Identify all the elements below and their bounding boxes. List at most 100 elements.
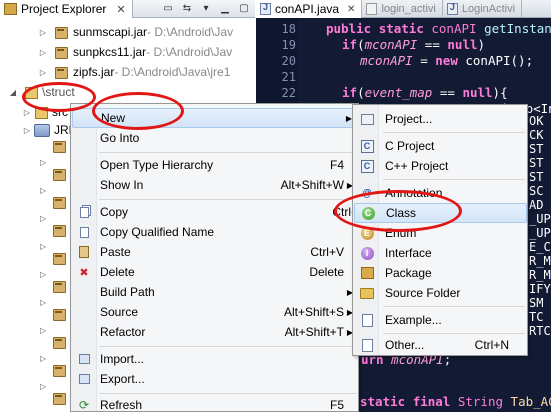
menu-item-label: Build Path: [100, 285, 155, 299]
menu-separator: [383, 132, 525, 133]
submenu-item-example[interactable]: Example...: [354, 310, 527, 330]
menu-item-new[interactable]: New ▶: [72, 108, 358, 128]
menu-item-label: Example...: [385, 313, 442, 327]
menu-separator: [99, 393, 357, 394]
refresh-icon: ⟳: [78, 398, 90, 412]
jar-icon: [52, 168, 66, 181]
eclipse-window: Project Explorer ✕ ▭ ⇆ ▾ ▁ ▢ ▷ sunmscapi…: [0, 0, 551, 412]
menu-item-label: Show In: [100, 178, 144, 192]
c-glyph: C: [360, 139, 374, 153]
code-fragment: R_M: [529, 254, 551, 268]
jar-icon: [54, 46, 68, 59]
maximize-icon[interactable]: ▢: [237, 2, 251, 15]
code-token: event_map: [364, 85, 433, 100]
submenu-item-enum[interactable]: E Enum: [354, 223, 527, 243]
tab-label: conAPI.java: [275, 2, 340, 16]
tree-item-zipfs[interactable]: ▷ zipfs.jar - D:\Android\Java\jre1: [0, 62, 255, 82]
jar-icon: [52, 336, 66, 349]
submenu-item-c-project[interactable]: C C Project: [354, 136, 527, 156]
expand-arrow-icon[interactable]: ▷: [38, 68, 48, 77]
tab-project-explorer[interactable]: Project Explorer ✕: [0, 0, 133, 18]
tab-login-activity-xml[interactable]: login_activi: [362, 0, 443, 18]
expand-arrow-icon[interactable]: ▷: [22, 126, 32, 135]
submenu-item-project[interactable]: Project...: [354, 109, 527, 129]
menu-item-label: Enum: [385, 226, 417, 240]
menu-item-source[interactable]: Source Alt+Shift+S ▶: [72, 302, 358, 322]
export-icon: [76, 371, 92, 387]
menu-separator: [383, 179, 525, 180]
menu-item-go-into[interactable]: Go Into: [72, 128, 358, 148]
view-menu-icon[interactable]: ▾: [199, 2, 213, 15]
submenu-item-source-folder[interactable]: Source Folder: [354, 283, 527, 303]
expand-arrow-icon: ▷: [40, 214, 47, 223]
collapse-all-icon[interactable]: ▭: [161, 2, 175, 15]
menu-item-refresh[interactable]: ⟳ Refresh F5: [72, 395, 358, 412]
code-fragment: SC: [529, 184, 544, 198]
cpp-project-icon: C: [359, 158, 375, 174]
expand-arrow-icon[interactable]: ▷: [38, 28, 48, 37]
tree-item-label: sunpkcs11.jar: [73, 45, 147, 59]
menu-item-import[interactable]: Import...: [72, 349, 358, 369]
menu-item-delete[interactable]: ✖ Delete Delete: [72, 262, 358, 282]
tab-conapi-java[interactable]: conAPI.java ✕: [256, 0, 363, 18]
submenu-item-class[interactable]: C Class: [354, 203, 527, 223]
menu-item-shortcut: F4: [329, 158, 344, 172]
menu-item-refactor[interactable]: Refactor Alt+Shift+T ▶: [72, 322, 358, 342]
expand-arrow-icon: ▷: [40, 298, 47, 307]
jar-icon: [52, 252, 66, 265]
code-token: (: [357, 85, 365, 100]
minimize-icon[interactable]: ▁: [218, 2, 232, 15]
menu-item-label: Export...: [100, 372, 145, 386]
code-token: getInstance(){: [484, 21, 551, 36]
code-fragment: RTC: [529, 324, 551, 338]
collapse-arrow-icon[interactable]: ◢: [8, 88, 18, 97]
tree-item-path: - D:\Android\Jav: [146, 45, 233, 59]
link-with-editor-icon[interactable]: ⇆: [180, 2, 194, 15]
xml-file-icon: [366, 3, 378, 15]
menu-item-shortcut: Alt+Shift+S: [283, 305, 344, 319]
tree-item-label: \struct: [42, 85, 75, 99]
c-project-icon: C: [359, 138, 375, 154]
submenu-item-annotation[interactable]: @ Annotation: [354, 183, 527, 203]
c-glyph: C: [361, 206, 375, 220]
submenu-item-other[interactable]: Other... Ctrl+N: [354, 335, 527, 355]
code-fragment: SM: [529, 296, 544, 310]
menu-item-label: Other...: [385, 338, 425, 352]
expand-arrow-icon[interactable]: ▷: [38, 48, 48, 57]
menu-item-open-type-hierarchy[interactable]: Open Type Hierarchy F4: [72, 155, 358, 175]
menu-item-show-in[interactable]: Show In Alt+Shift+W ▶: [72, 175, 358, 195]
jar-icon: [52, 308, 66, 321]
expand-arrow-icon[interactable]: ▷: [22, 108, 32, 117]
code-line-20: mconAPI = new conAPI();: [360, 53, 533, 68]
import-icon: [76, 351, 92, 367]
code-token: mconAPI: [360, 53, 413, 68]
expand-arrow-icon: ▷: [40, 326, 47, 335]
menu-item-build-path[interactable]: Build Path ▶: [72, 282, 358, 302]
menu-item-export[interactable]: Export...: [72, 369, 358, 389]
submenu-item-package[interactable]: Package: [354, 263, 527, 283]
submenu-item-cpp-project[interactable]: C C++ Project: [354, 156, 527, 176]
close-icon[interactable]: ✕: [347, 4, 355, 15]
menu-item-copy[interactable]: Copy Ctrl+: [72, 202, 358, 222]
close-icon[interactable]: ✕: [116, 3, 125, 16]
code-fragment: ST: [529, 156, 544, 170]
jar-icon: [52, 224, 66, 237]
code-token: null: [447, 37, 478, 52]
code-fragment: E_C: [529, 240, 551, 254]
expand-arrow-icon: ▷: [40, 354, 47, 363]
i-glyph: I: [360, 246, 374, 260]
code-token: conAPI();: [457, 53, 534, 68]
tab-login-activity-java[interactable]: LoginActivi: [443, 0, 523, 18]
code-token: final: [412, 394, 451, 409]
menu-item-shortcut: Delete: [309, 265, 344, 279]
code-token: ==: [417, 37, 448, 52]
menu-item-copy-qualified-name[interactable]: Copy Qualified Name: [72, 222, 358, 242]
menu-item-label: New: [101, 111, 126, 125]
menu-item-paste[interactable]: Paste Ctrl+V: [72, 242, 358, 262]
jar-icon: [52, 280, 66, 293]
copy-qualified-icon: [76, 224, 92, 240]
submenu-item-interface[interactable]: I Interface: [354, 243, 527, 263]
tree-item-sunpkcs11[interactable]: ▷ sunpkcs11.jar - D:\Android\Jav: [0, 42, 255, 62]
tree-item-struct[interactable]: ◢ \struct: [0, 82, 255, 102]
tree-item-sunmscapi[interactable]: ▷ sunmscapi.jar - D:\Android\Jav: [0, 22, 255, 42]
